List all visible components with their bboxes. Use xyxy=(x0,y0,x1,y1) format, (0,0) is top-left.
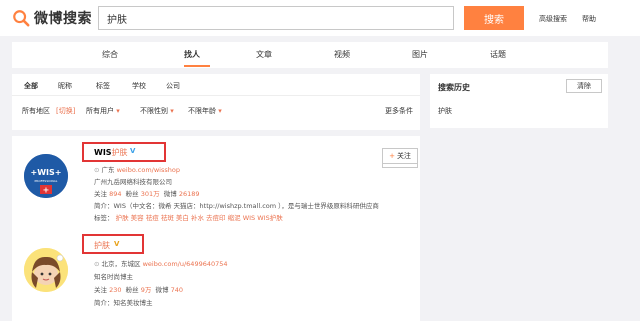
avatar-subtext: PROFESSIONAL xyxy=(35,179,58,183)
weibo-count[interactable]: 26189 xyxy=(179,190,200,198)
tag-link[interactable]: 护肤 xyxy=(116,214,129,222)
verified-gold-icon[interactable]: V xyxy=(114,240,119,248)
follow-button[interactable]: +关注 xyxy=(382,148,418,164)
verified-blue-icon[interactable]: V xyxy=(130,147,135,155)
history-item[interactable]: 护肤 xyxy=(438,106,452,116)
tag-link[interactable]: 美白 xyxy=(176,214,189,222)
svg-text:+: + xyxy=(43,186,50,195)
chevron-down-icon: ▾ xyxy=(170,107,174,115)
user-result: 护肤 V ⊙ 北京，东城区 weibo.com/u/6499640754 知名时… xyxy=(12,148,420,321)
fans-count[interactable]: 9万 xyxy=(141,286,152,294)
tab-comprehensive[interactable]: 综合 xyxy=(102,42,118,68)
tag-link[interactable]: WIS xyxy=(243,214,255,222)
tag-link[interactable]: 补水 xyxy=(191,214,204,222)
region-label: 所有地区 xyxy=(22,107,50,115)
location-pin-icon: ⊙ xyxy=(94,260,100,268)
fans-label: 粉丝 xyxy=(125,190,139,198)
user-company: 知名时尚博主 xyxy=(94,273,133,281)
avatar[interactable] xyxy=(24,248,68,292)
search-box[interactable] xyxy=(98,6,454,30)
gender-dropdown[interactable]: 不限性别 ▾ xyxy=(140,106,174,116)
follow-count[interactable]: 230 xyxy=(109,286,121,294)
filter-all[interactable]: 全部 xyxy=(24,81,38,91)
tag-link[interactable]: WIS护肤 xyxy=(257,214,282,222)
weibo-count[interactable]: 740 xyxy=(171,286,183,294)
tag-link[interactable]: 去痘印 xyxy=(206,214,226,222)
follow-label: 关注 xyxy=(94,190,107,198)
chevron-down-icon: ▾ xyxy=(218,107,222,115)
stats-line: 关注 894 粉丝 301万 微博 26189 xyxy=(94,188,200,198)
age-dropdown[interactable]: 不限年龄 ▾ xyxy=(188,106,222,116)
search-type-tabs: 综合 找人 文章 视频 图片 话题 xyxy=(12,42,608,68)
users-dropdown-label: 所有用户 xyxy=(86,107,114,115)
plus-icon: + xyxy=(389,152,395,160)
cartoon-avatar-image xyxy=(24,248,68,292)
type-filter-bar: 全部 昵称 标签 学校 公司 xyxy=(12,74,420,96)
tags-line: 标签： 护肤 美容 祛痘 祛斑 美白 补水 去痘印 缩泥 WIS WIS护肤 xyxy=(94,212,283,222)
filter-school[interactable]: 学校 xyxy=(132,81,146,91)
results-panel: 全部 昵称 标签 学校 公司 所有地区 [切换] 所有用户 ▾ 不限性别 ▾ 不… xyxy=(12,74,420,321)
user-intro: 简介：知名美妆博主 xyxy=(94,299,153,307)
tags-label: 标签： xyxy=(94,214,114,222)
fans-label: 粉丝 xyxy=(125,286,139,294)
region-switch-link[interactable]: [切换] xyxy=(56,106,75,116)
top-bar: 微博搜索 搜索 高级搜索 帮助 xyxy=(0,0,640,36)
search-logo-icon xyxy=(13,10,30,27)
search-input[interactable] xyxy=(99,7,453,29)
tab-videos[interactable]: 视频 xyxy=(334,42,350,68)
user-name-link[interactable]: 护肤 xyxy=(94,240,110,251)
user-name-highlight: 护肤 xyxy=(94,241,110,250)
tab-topics[interactable]: 话题 xyxy=(490,42,506,68)
users-dropdown[interactable]: 所有用户 ▾ xyxy=(86,106,120,116)
user-url-link[interactable]: weibo.com/u/6499640754 xyxy=(143,260,228,268)
help-link[interactable]: 帮助 xyxy=(582,14,596,24)
search-button[interactable]: 搜索 xyxy=(464,6,524,30)
highlight-box xyxy=(82,234,144,254)
avatar-text: +WIS+ xyxy=(31,168,62,177)
logo-text: 微博搜索 xyxy=(34,11,92,27)
weibo-label: 微博 xyxy=(155,286,169,294)
condition-filter-bar: 所有地区 [切换] 所有用户 ▾ 不限性别 ▾ 不限年龄 ▾ 更多条件 xyxy=(12,106,420,120)
location-pin-icon: ⊙ xyxy=(94,166,100,174)
more-conditions-link[interactable]: 更多条件 xyxy=(385,106,413,116)
user-name-bold: WIS xyxy=(94,148,112,157)
avatar[interactable]: +WIS+ PROFESSIONAL + xyxy=(24,154,68,198)
follow-count[interactable]: 894 xyxy=(109,190,121,198)
filter-nickname[interactable]: 昵称 xyxy=(58,81,72,91)
weibo-label: 微博 xyxy=(163,190,177,198)
gender-dropdown-label: 不限性别 xyxy=(140,107,168,115)
weibo-search-logo[interactable]: 微博搜索 xyxy=(12,8,92,28)
user-url-link[interactable]: weibo.com/wisshop xyxy=(117,166,180,174)
filter-company[interactable]: 公司 xyxy=(166,81,180,91)
user-company: 广州九岳网络科技有限公司 xyxy=(94,178,172,186)
stats-line: 关注 230 粉丝 9万 微博 740 xyxy=(94,284,183,294)
location-line: ⊙ 广东 weibo.com/wisshop xyxy=(94,164,180,174)
follow-button-label: 关注 xyxy=(396,152,411,160)
advanced-search-link[interactable]: 高级搜索 xyxy=(539,14,567,24)
location-line: ⊙ 北京，东城区 weibo.com/u/6499640754 xyxy=(94,258,228,268)
tab-images[interactable]: 图片 xyxy=(412,42,428,68)
wis-logo-image: +WIS+ PROFESSIONAL + xyxy=(24,154,68,198)
fans-count[interactable]: 301万 xyxy=(141,190,160,198)
user-name-highlight: 护肤 xyxy=(111,148,128,157)
active-tab-indicator xyxy=(184,65,210,67)
age-dropdown-label: 不限年龄 xyxy=(188,107,216,115)
chevron-down-icon: ▾ xyxy=(116,107,120,115)
user-name-link[interactable]: WIS护肤 xyxy=(94,147,128,158)
follow-label: 关注 xyxy=(94,286,107,294)
tag-link[interactable]: 祛痘 xyxy=(146,214,159,222)
user-location: 广东 xyxy=(101,166,115,174)
tab-articles[interactable]: 文章 xyxy=(256,42,272,68)
user-location: 北京，东城区 xyxy=(101,260,141,268)
user-intro: 简介：WIS（中文名：微希 天猫店：http://wishzp.tmall.co… xyxy=(94,202,379,210)
tag-link[interactable]: 祛斑 xyxy=(161,214,174,222)
user-result: +WIS+ PROFESSIONAL + WIS护肤 V ⊙ 广东 weibo.… xyxy=(12,136,420,232)
tag-link[interactable]: 美容 xyxy=(131,214,144,222)
search-history-title: 搜索历史 xyxy=(438,83,470,92)
clear-history-button[interactable]: 清除 xyxy=(566,79,602,93)
filter-tags[interactable]: 标签 xyxy=(96,81,110,91)
search-history-panel: 搜索历史 清除 护肤 xyxy=(430,74,608,128)
tag-link[interactable]: 缩泥 xyxy=(228,214,241,222)
